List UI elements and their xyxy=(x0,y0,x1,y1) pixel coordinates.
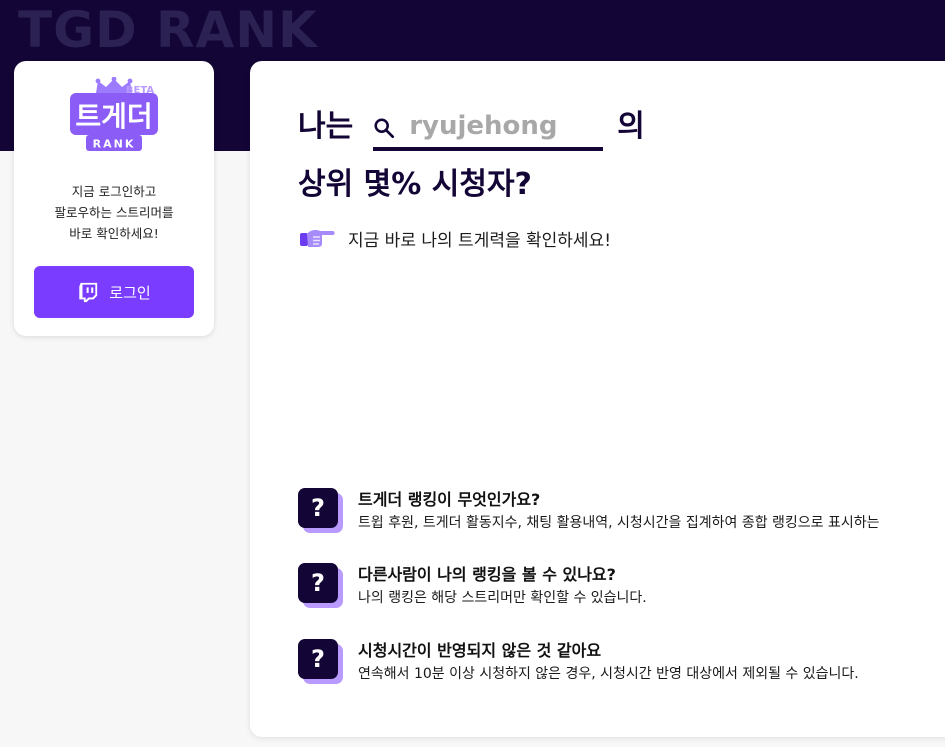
subline-text: 지금 바로 나의 트게력을 확인하세요! xyxy=(348,230,612,251)
faq-item: ? 다른사람이 나의 랭킹을 볼 수 있나요? 나의 랭킹은 해당 스트리머만 … xyxy=(298,563,945,609)
faq-item: ? 시청시간이 반영되지 않은 것 같아요 연속해서 10분 이상 시청하지 않… xyxy=(298,639,945,685)
tgd-rank-logo[interactable]: BETA 트게더 RANK xyxy=(68,77,160,153)
twitch-icon xyxy=(79,282,98,303)
login-message-line: 바로 확인하세요! xyxy=(69,226,159,241)
faq-title: 트게더 랭킹이 무엇인가요? xyxy=(358,490,541,509)
svg-text:RANK: RANK xyxy=(93,138,136,151)
login-message-line: 팔로우하는 스트리머를 xyxy=(54,205,174,220)
main-card: 나는 의 상위 몇% 시청자? 지금 바로 나의 트게력을 확인하세요! ? 트… xyxy=(250,61,945,737)
faq-desc: 연속해서 10분 이상 시청하지 않은 경우, 시청시간 반영 대상에서 제외될… xyxy=(358,666,859,682)
headline-prefix: 나는 xyxy=(298,109,354,144)
headline-line1: 나는 의 xyxy=(298,103,645,151)
login-message-line: 지금 로그인하고 xyxy=(71,184,157,199)
login-button[interactable]: 로그인 xyxy=(34,266,194,318)
faq-title: 다른사람이 나의 랭킹을 볼 수 있나요? xyxy=(358,565,616,584)
search-icon[interactable] xyxy=(373,117,395,139)
question-icon: ? xyxy=(298,488,344,534)
headline-line2: 상위 몇% 시청자? xyxy=(298,167,532,202)
header-wordmark: TGD RANK xyxy=(18,1,318,59)
pointing-hand-icon xyxy=(300,230,335,247)
faq-desc: 트윕 후원, 트게더 활동지수, 채팅 활용내역, 시청시간을 집계하여 종합 … xyxy=(358,515,880,531)
subline: 지금 바로 나의 트게력을 확인하세요! xyxy=(300,224,611,252)
login-button-label: 로그인 xyxy=(109,283,151,302)
search-box[interactable] xyxy=(373,103,604,151)
headline-suffix: 의 xyxy=(617,109,645,144)
faq-desc: 나의 랭킹은 해당 스트리머만 확인할 수 있습니다. xyxy=(358,590,647,606)
faq-item: ? 트게더 랭킹이 무엇인가요? 트윕 후원, 트게더 활동지수, 채팅 활용내… xyxy=(298,488,945,534)
svg-text:트게더: 트게더 xyxy=(75,100,152,133)
faq-title: 시청시간이 반영되지 않은 것 같아요 xyxy=(358,641,602,660)
question-icon: ? xyxy=(298,639,344,685)
login-card: BETA 트게더 RANK 지금 로그인하고 팔로우하는 스트리머를 바로 확인… xyxy=(14,61,214,336)
question-icon: ? xyxy=(298,563,344,609)
search-input[interactable] xyxy=(409,107,600,145)
login-message: 지금 로그인하고 팔로우하는 스트리머를 바로 확인하세요! xyxy=(14,181,214,244)
